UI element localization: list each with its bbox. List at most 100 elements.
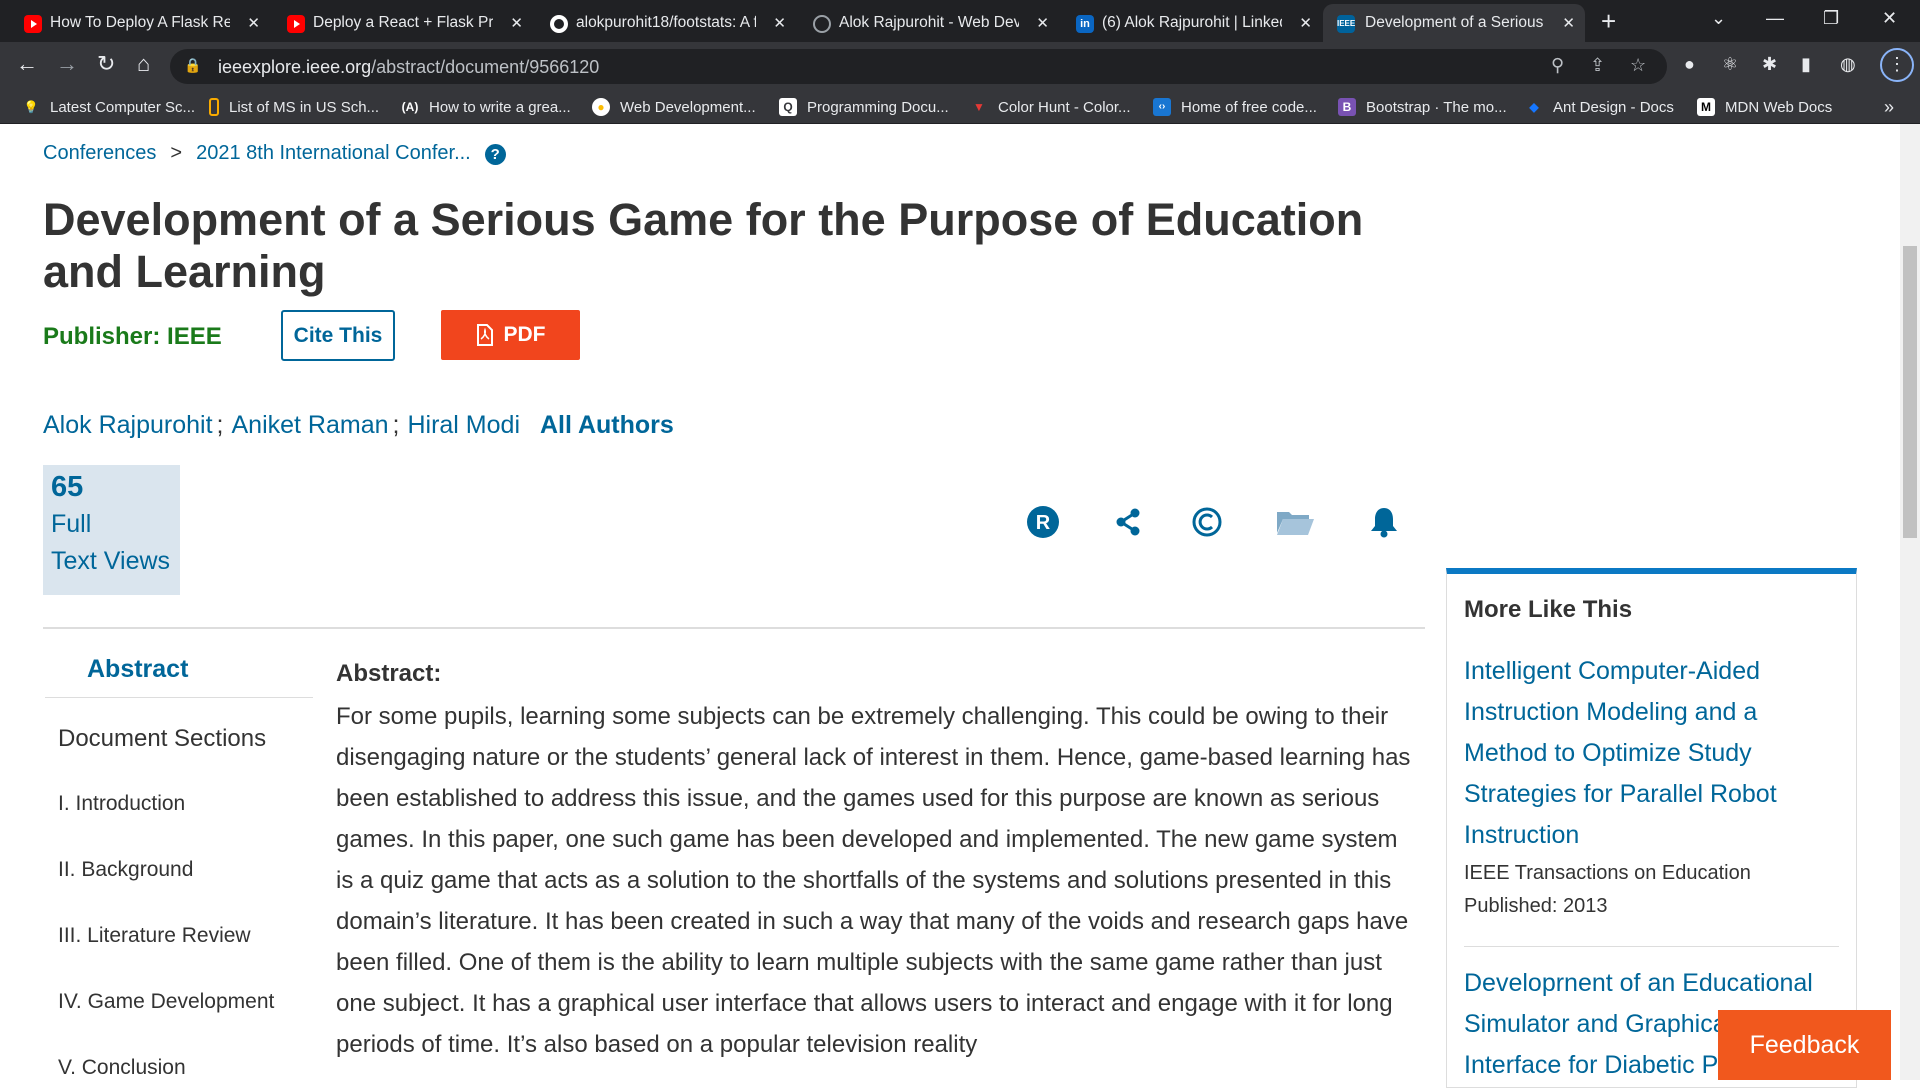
restore-icon[interactable]: ❐ xyxy=(1823,8,1839,29)
bookmark-label: Color Hunt - Color... xyxy=(998,98,1131,116)
breadcrumb-conferences[interactable]: Conferences xyxy=(43,142,156,164)
minimize-icon[interactable]: — xyxy=(1766,8,1784,29)
page-scrollbar[interactable] xyxy=(1900,124,1920,1080)
lock-icon[interactable]: 🔒 xyxy=(184,57,201,74)
section-divider xyxy=(43,627,1425,629)
browser-menu-icon[interactable]: ⋮ xyxy=(1880,48,1914,82)
profile-avatar-icon[interactable]: ◍ xyxy=(1840,54,1856,75)
url-host: ieeexplore.ieee.org xyxy=(218,57,372,77)
close-window-icon[interactable]: ✕ xyxy=(1882,8,1897,29)
bookmark-label: Home of free code... xyxy=(1181,98,1317,116)
github-icon xyxy=(550,15,568,33)
bookmark-label: How to write a grea... xyxy=(429,98,571,116)
all-authors-link[interactable]: All Authors xyxy=(540,411,674,439)
browser-tab[interactable]: Alok Rajpurohit - Web Deve ✕ xyxy=(813,4,1053,42)
tab-title: Deploy a React + Flask Proj xyxy=(313,14,493,31)
tab-search-chevron-icon[interactable]: ⌄ xyxy=(1711,8,1726,29)
nav-abstract-link[interactable]: Abstract xyxy=(87,655,188,684)
bookmarks-overflow-icon[interactable]: » xyxy=(1884,97,1894,117)
close-tab-icon[interactable]: ✕ xyxy=(1299,14,1312,32)
author-link[interactable]: Alok Rajpurohit xyxy=(43,411,213,439)
author-link[interactable]: Aniket Raman xyxy=(231,411,388,439)
bookmark-item[interactable]: ▼ Color Hunt - Color... xyxy=(970,97,1131,117)
bookmark-item[interactable]: Q Programming Docu... xyxy=(779,97,949,117)
home-icon[interactable]: ⌂ xyxy=(137,51,150,77)
breadcrumb-conference[interactable]: 2021 8th International Confer... xyxy=(196,142,471,164)
forward-icon[interactable]: → xyxy=(56,51,78,77)
url-path: /abstract/document/9566120 xyxy=(371,57,600,77)
related-article-link[interactable]: Intelligent Computer-Aided Instruction M… xyxy=(1464,651,1824,856)
react-devtools-icon[interactable]: ⚛ xyxy=(1722,54,1738,75)
zoom-icon[interactable]: ⚲ xyxy=(1551,55,1564,76)
breadcrumb-separator: > xyxy=(170,142,183,164)
ieee-icon: IEEE xyxy=(1337,15,1355,33)
extension-icon[interactable]: ● xyxy=(1684,54,1695,75)
nav-divider xyxy=(45,697,313,698)
share-icon[interactable]: ⇪ xyxy=(1590,55,1605,76)
author-separator: ; xyxy=(392,411,400,439)
related-article-published: Published: 2013 xyxy=(1464,895,1608,917)
bookmark-label: Web Development... xyxy=(620,98,756,116)
views-label-line2: Text Views xyxy=(51,547,171,575)
browser-tab[interactable]: Deploy a React + Flask Proj ✕ xyxy=(287,4,527,42)
section-link[interactable]: III. Literature Review xyxy=(58,924,251,948)
publisher-label: Publisher: IEEE xyxy=(43,323,222,350)
browser-tab[interactable]: alokpurohit18/footstats: A f ✕ xyxy=(550,4,790,42)
scrollbar-thumb[interactable] xyxy=(1903,246,1917,538)
bulb-icon: 💡 xyxy=(23,100,39,114)
bootstrap-icon: B xyxy=(1338,98,1356,116)
bookmark-label: List of MS in US Sch... xyxy=(229,98,380,116)
bookmark-item[interactable]: ‹› Home of free code... xyxy=(1153,97,1317,117)
bookmark-item[interactable]: (A) How to write a grea... xyxy=(401,97,571,117)
bookmark-item[interactable]: ◆ Ant Design - Docs xyxy=(1525,97,1674,117)
bookmark-item[interactable]: ● Web Development... xyxy=(592,97,756,117)
close-tab-icon[interactable]: ✕ xyxy=(510,14,523,32)
pdf-button[interactable]: PDF xyxy=(441,310,580,360)
alert-bell-icon[interactable] xyxy=(1368,505,1400,539)
pdf-label: PDF xyxy=(503,323,546,346)
close-tab-icon[interactable]: ✕ xyxy=(773,14,786,32)
a-icon: (A) xyxy=(401,100,419,114)
close-tab-icon[interactable]: ✕ xyxy=(247,14,260,32)
pdf-icon xyxy=(476,324,493,346)
breadcrumb: Conferences >2021 8th International Confe… xyxy=(43,142,506,165)
close-tab-icon[interactable]: ✕ xyxy=(1036,14,1049,32)
bookmark-item[interactable]: 💡 Latest Computer Sc... xyxy=(22,97,196,117)
close-tab-icon[interactable]: ✕ xyxy=(1562,14,1575,32)
feedback-button[interactable]: Feedback xyxy=(1718,1010,1891,1080)
browser-tab[interactable]: How To Deploy A Flask Rest ✕ xyxy=(24,4,264,42)
bookmark-item[interactable]: B Bootstrap · The mo... xyxy=(1338,97,1507,117)
youtube-icon xyxy=(287,15,305,33)
extensions-puzzle-icon[interactable]: ✱ xyxy=(1762,54,1777,75)
rights-permissions-icon[interactable]: R xyxy=(1026,505,1060,539)
side-panel-icon[interactable]: ▮ xyxy=(1801,54,1811,75)
section-link[interactable]: II. Background xyxy=(58,858,193,882)
section-link[interactable]: I. Introduction xyxy=(58,792,185,816)
help-icon[interactable]: ? xyxy=(484,144,506,165)
bookmark-star-icon[interactable]: ☆ xyxy=(1630,55,1646,76)
author-separator: ; xyxy=(216,411,224,439)
views-label-line1: Full xyxy=(51,510,92,538)
folder-icon[interactable] xyxy=(1275,505,1315,539)
author-link[interactable]: Hiral Modi xyxy=(407,411,520,439)
browser-tab-bar: How To Deploy A Flask Rest ✕ Deploy a Re… xyxy=(0,0,1920,42)
browser-tab-active[interactable]: IEEE Development of a Serious C ✕ xyxy=(1323,4,1585,42)
copyright-icon[interactable] xyxy=(1192,505,1222,539)
browser-tab[interactable]: in (6) Alok Rajpurohit | Linked ✕ xyxy=(1076,4,1316,42)
address-bar[interactable]: 🔒 ieeexplore.ieee.org/abstract/document/… xyxy=(170,49,1667,84)
section-link[interactable]: IV. Game Development xyxy=(58,990,274,1014)
medal-icon: ● xyxy=(592,98,610,116)
section-link[interactable]: V. Conclusion xyxy=(58,1056,186,1080)
reload-icon[interactable]: ↻ xyxy=(97,51,115,77)
url-text[interactable]: ieeexplore.ieee.org/abstract/document/95… xyxy=(218,57,599,78)
bookmark-item[interactable]: M MDN Web Docs xyxy=(1697,97,1832,117)
tab-title: How To Deploy A Flask Rest xyxy=(50,14,230,31)
svg-text:R: R xyxy=(1036,512,1051,534)
cite-this-button[interactable]: Cite This xyxy=(281,310,395,361)
back-icon[interactable]: ← xyxy=(16,51,38,77)
authors-list: Alok Rajpurohit; Aniket Raman; Hiral Modi A… xyxy=(43,411,674,440)
new-tab-button[interactable]: + xyxy=(1601,6,1616,37)
share-icon[interactable] xyxy=(1114,505,1142,539)
browser-toolbar: ← → ↻ ⌂ 🔒 ieeexplore.ieee.org/abstract/d… xyxy=(0,42,1920,88)
bookmark-item[interactable]: List of MS in US Sch... xyxy=(209,97,379,117)
